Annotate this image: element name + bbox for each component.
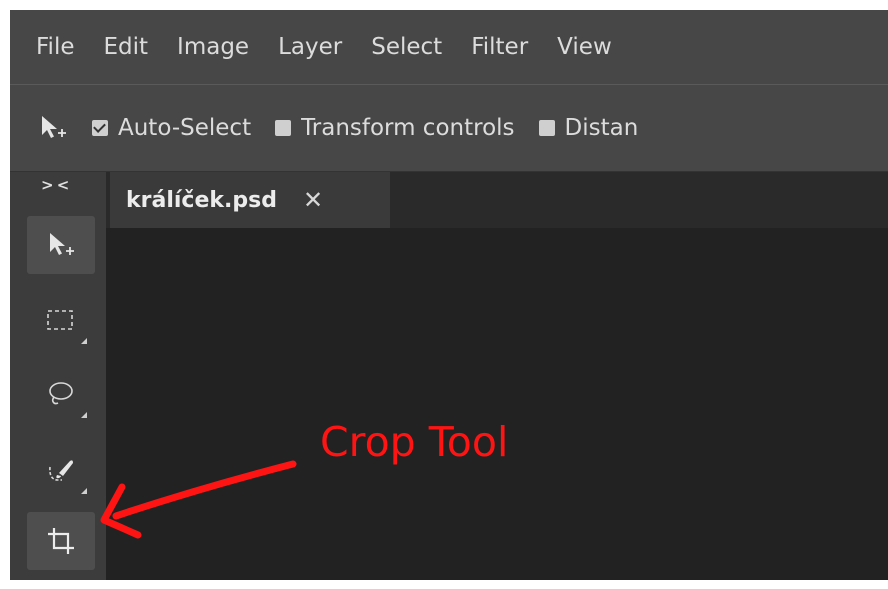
distance-label: Distan (564, 115, 639, 141)
photopea-window: File Edit Image Layer Select Filter View… (10, 10, 888, 580)
checkbox-checked-icon (92, 120, 108, 136)
menu-bar: File Edit Image Layer Select Filter View (10, 10, 888, 85)
transform-controls-label: Transform controls (301, 115, 515, 141)
move-tool-icon (38, 113, 68, 143)
collapse-toolbar-button[interactable]: > < (41, 176, 69, 194)
move-tool-button[interactable] (27, 216, 95, 274)
lasso-icon (49, 382, 73, 405)
crop-tool-annotation: Crop Tool (320, 418, 509, 466)
document-tab-bar: králíček.psd ✕ (106, 172, 888, 228)
marquee-tool-button[interactable] (27, 292, 95, 350)
tool-options-bar: Auto-Select Transform controls Distan (10, 85, 888, 172)
canvas-area[interactable] (106, 228, 888, 580)
checkbox-unchecked-icon (275, 120, 292, 136)
quick-select-brush-icon (49, 460, 73, 481)
menu-edit[interactable]: Edit (104, 34, 149, 60)
lasso-tool-button[interactable] (27, 366, 95, 424)
move-icon (50, 233, 74, 255)
tools-panel: > < (10, 172, 106, 580)
close-icon[interactable]: ✕ (303, 186, 323, 214)
auto-select-checkbox[interactable]: Auto-Select (92, 115, 251, 141)
menu-select[interactable]: Select (371, 34, 442, 60)
menu-file[interactable]: File (36, 34, 75, 60)
submenu-corner-icon (81, 412, 87, 418)
auto-select-label: Auto-Select (118, 115, 252, 141)
menu-filter[interactable]: Filter (471, 34, 528, 60)
menu-layer[interactable]: Layer (278, 34, 342, 60)
submenu-corner-icon (81, 338, 87, 344)
menu-image[interactable]: Image (177, 34, 249, 60)
document-tab-title: králíček.psd (126, 187, 277, 213)
quick-select-tool-button[interactable] (27, 442, 95, 500)
document-tab[interactable]: králíček.psd ✕ (110, 172, 390, 228)
transform-controls-checkbox[interactable]: Transform controls (275, 115, 515, 141)
submenu-corner-icon (81, 488, 87, 494)
crop-tool-button[interactable] (27, 512, 95, 570)
distance-checkbox[interactable]: Distan (538, 115, 639, 141)
rect-select-icon (47, 310, 73, 330)
checkbox-unchecked-icon (538, 120, 555, 136)
crop-icon (48, 528, 74, 554)
menu-view[interactable]: View (557, 34, 612, 60)
